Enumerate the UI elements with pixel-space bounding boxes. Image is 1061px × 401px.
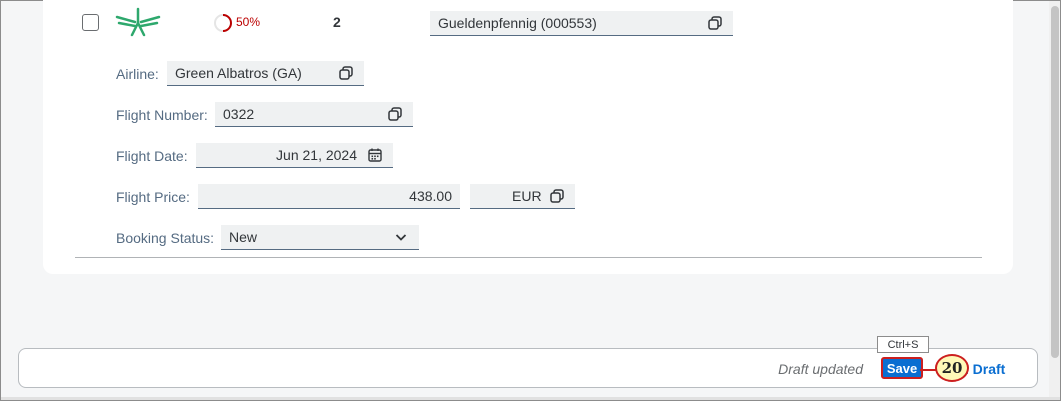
flight-number-value: 0322 bbox=[223, 106, 255, 122]
flight-date-label: Flight Date: bbox=[116, 148, 188, 164]
booking-status-value: New bbox=[229, 229, 258, 245]
currency-value: EUR bbox=[512, 188, 542, 204]
row-select-checkbox[interactable] bbox=[82, 14, 99, 31]
copy-icon[interactable] bbox=[549, 188, 565, 204]
draft-status-text: Draft updated bbox=[778, 361, 863, 377]
copy-icon[interactable] bbox=[707, 15, 723, 31]
flight-price-label: Flight Price: bbox=[116, 189, 190, 205]
section-divider bbox=[75, 257, 982, 258]
airline-value: Green Albatros (GA) bbox=[175, 65, 302, 81]
progress-indicator-icon bbox=[214, 14, 232, 32]
save-button[interactable]: Save bbox=[881, 357, 923, 379]
step-number-badge: 20 bbox=[935, 354, 969, 382]
flight-number-label: Flight Number: bbox=[116, 107, 208, 123]
booking-item-card: 50% 2 Gueldenpfennig (000553) Airline: G… bbox=[43, 0, 1013, 274]
chevron-down-icon[interactable] bbox=[393, 229, 409, 245]
booking-status-select[interactable]: New bbox=[221, 225, 419, 250]
flight-date-value: Jun 21, 2024 bbox=[276, 147, 357, 163]
copy-icon[interactable] bbox=[338, 65, 354, 81]
scrollbar-thumb[interactable] bbox=[1051, 6, 1059, 358]
copy-icon[interactable] bbox=[387, 106, 403, 122]
shortcut-tooltip: Ctrl+S bbox=[877, 336, 929, 353]
booking-status-label: Booking Status: bbox=[116, 230, 215, 246]
calendar-icon[interactable] bbox=[367, 147, 383, 163]
currency-field[interactable]: EUR bbox=[470, 184, 575, 209]
flight-date-field[interactable]: Jun 21, 2024 bbox=[196, 143, 393, 168]
flight-number-field[interactable]: 0322 bbox=[215, 102, 413, 127]
bottom-edge bbox=[1, 397, 1060, 400]
customer-value: Gueldenpfennig (000553) bbox=[438, 15, 597, 31]
airline-field[interactable]: Green Albatros (GA) bbox=[167, 61, 364, 86]
customer-field[interactable]: Gueldenpfennig (000553) bbox=[430, 11, 733, 36]
footer-toolbar: Draft updated Save ard Draft bbox=[18, 348, 1038, 388]
progress-percent: 50% bbox=[236, 15, 261, 29]
airline-label: Airline: bbox=[116, 66, 159, 82]
flight-price-field[interactable]: 438.00 bbox=[198, 184, 460, 209]
airline-logo-icon bbox=[115, 7, 161, 37]
item-count: 2 bbox=[333, 14, 341, 30]
flight-price-value: 438.00 bbox=[409, 188, 452, 204]
